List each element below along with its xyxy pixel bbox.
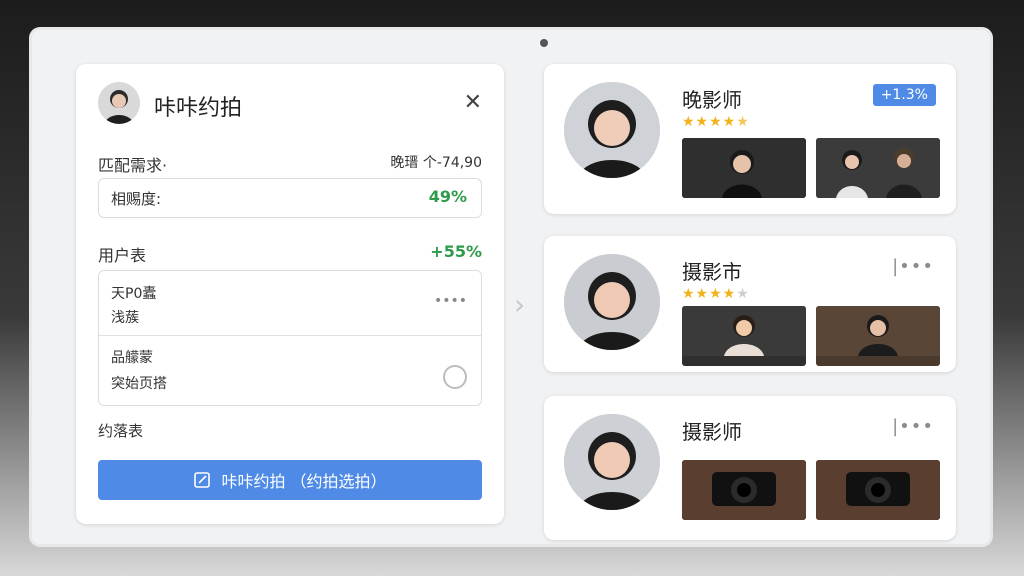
card-title: 摄影市 <box>682 260 742 284</box>
avatar <box>98 82 140 124</box>
photographer-photo <box>564 82 660 178</box>
avatar <box>564 82 660 178</box>
match-value: 晚瑨 个-74,90 <box>390 155 482 171</box>
avatar <box>564 414 660 510</box>
appointment-label: 约落表 <box>98 422 144 440</box>
similarity-label: 相赐度: <box>111 190 162 208</box>
rating-stars: ★★★★★ <box>682 114 750 130</box>
app-title: 咔咔约拍 <box>154 96 243 121</box>
photographer-card[interactable]: 晚影师 ★★★★★ +1.3% <box>544 64 956 214</box>
portfolio-thumbnail[interactable] <box>816 138 940 198</box>
user-list: 天P0蠹 浅蔟 •••• 品艨蒙 突始页搭 <box>98 270 482 406</box>
portfolio-thumbnail[interactable] <box>816 460 940 520</box>
similarity-box: 相赐度: 49% <box>98 178 482 218</box>
more-icon[interactable]: |••• <box>892 256 934 277</box>
portfolio-thumbnail[interactable] <box>682 138 806 198</box>
list-item-subtitle: 突始页搭 <box>111 376 167 392</box>
similarity-value: 49% <box>428 187 467 206</box>
growth-badge: +1.3% <box>872 84 936 106</box>
list-item-subtitle: 浅蔟 <box>111 310 139 326</box>
photographer-card[interactable]: 摄影市 ★★★★★ |••• <box>544 236 956 372</box>
more-icon[interactable]: •••• <box>434 293 467 309</box>
radio-button[interactable] <box>443 365 467 389</box>
more-icon[interactable]: |••• <box>892 416 934 437</box>
book-button-label: 咔咔约拍 （约拍选拍） <box>221 472 387 491</box>
card-title: 摄影师 <box>682 420 742 444</box>
portfolio-image <box>816 306 940 356</box>
match-row: 匹配需求· 晚瑨 个-74,90 <box>98 152 482 176</box>
chevron-right-icon[interactable]: › <box>514 288 525 321</box>
close-icon[interactable]: ✕ <box>464 90 482 115</box>
camera-photo <box>816 460 940 520</box>
portfolio-image <box>682 138 806 198</box>
portfolio-thumbnail[interactable] <box>816 306 940 366</box>
list-item[interactable]: 品艨蒙 突始页搭 <box>99 335 481 405</box>
list-item-title: 天P0蠹 <box>111 286 157 302</box>
photographer-photo <box>564 414 660 510</box>
match-label: 匹配需求· <box>98 156 168 175</box>
rating-stars: ★★★★★ <box>682 286 750 302</box>
avatar <box>564 254 660 350</box>
camera-photo <box>682 460 806 520</box>
user-table-label: 用户表 <box>98 246 147 265</box>
list-item[interactable]: 天P0蠹 浅蔟 •••• <box>99 271 481 336</box>
portfolio-thumbnail[interactable] <box>682 460 806 520</box>
match-panel: 咔咔约拍 ✕ 匹配需求· 晚瑨 个-74,90 相赐度: 49% 用户表 +55… <box>76 64 504 524</box>
book-button[interactable]: 咔咔约拍 （约拍选拍） <box>98 460 482 500</box>
list-item-title: 品艨蒙 <box>111 350 153 366</box>
user-table-value: +55% <box>430 242 482 261</box>
photographer-photo <box>564 254 660 350</box>
camera-dot <box>540 39 548 47</box>
portfolio-image <box>682 306 806 356</box>
avatar-icon <box>98 82 140 124</box>
photographer-card[interactable]: 摄影师 |••• <box>544 396 956 540</box>
user-table-row: 用户表 +55% <box>98 242 482 266</box>
card-title: 晚影师 <box>682 88 742 112</box>
edit-icon <box>194 472 211 488</box>
portfolio-thumbnail[interactable] <box>682 306 806 366</box>
portfolio-image <box>816 138 940 198</box>
